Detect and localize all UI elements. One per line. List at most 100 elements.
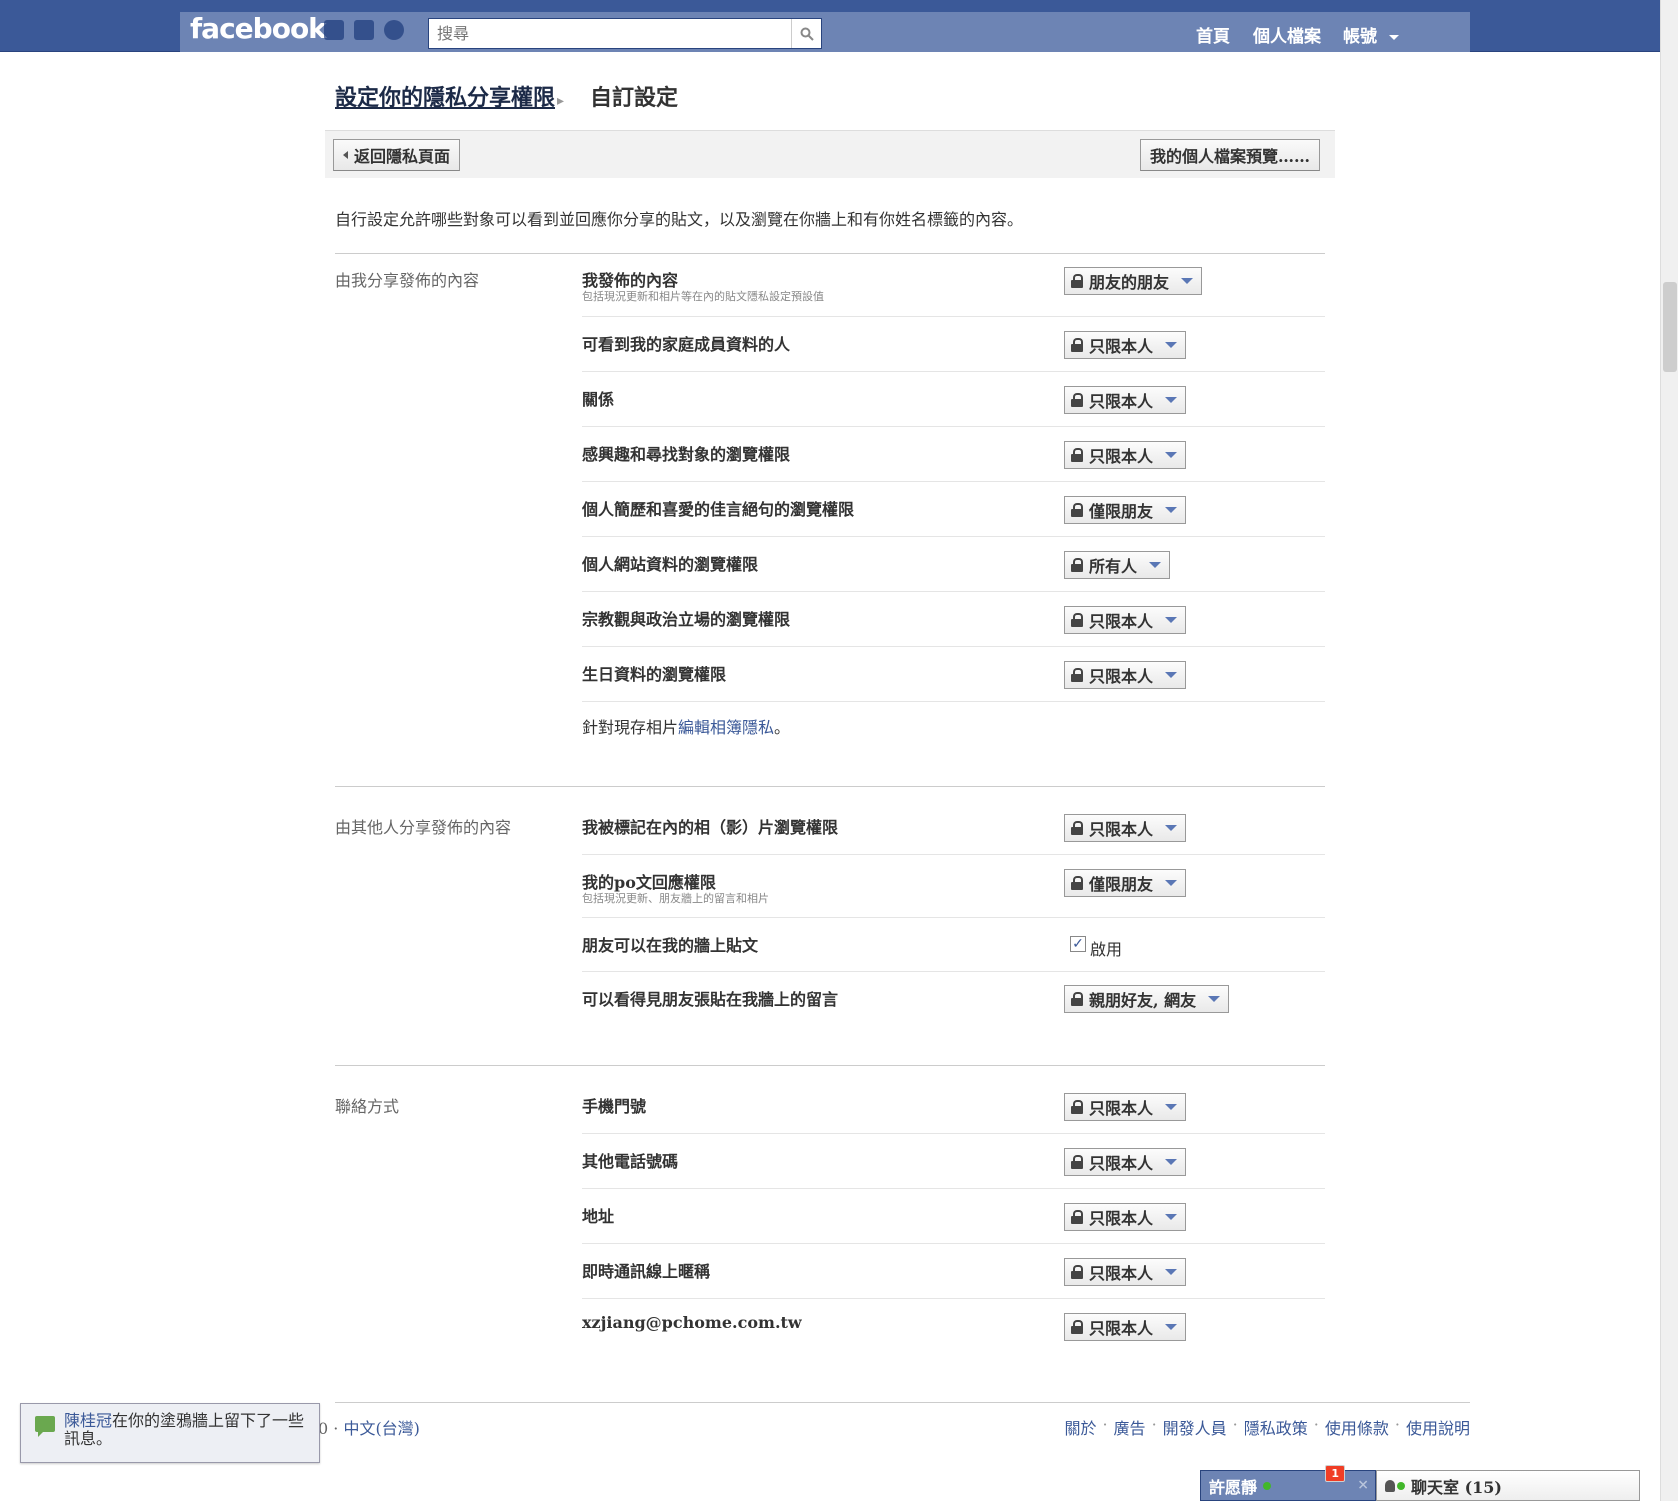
search-icon	[800, 27, 814, 41]
lock-icon	[1071, 1100, 1083, 1114]
nav-profile[interactable]: 個人檔案	[1253, 22, 1321, 47]
nav-home[interactable]: 首頁	[1196, 22, 1230, 47]
privacy-select-other-phone[interactable]: 只限本人	[1064, 1148, 1187, 1176]
chevron-down-icon	[1165, 507, 1178, 513]
row-label: xzjiang@pchome.com.tw	[582, 1313, 802, 1332]
breadcrumb-privacy-link[interactable]: 設定你的隱私分享權限	[335, 85, 555, 111]
privacy-select-relationship[interactable]: 只限本人	[1064, 386, 1187, 414]
language-link[interactable]: 中文(台灣)	[343, 1419, 420, 1438]
search-button[interactable]	[791, 19, 821, 48]
page-scrollbar[interactable]	[1660, 0, 1678, 1501]
footer-link-about[interactable]: 關於	[1064, 1415, 1096, 1439]
chevron-down-icon	[1165, 1269, 1178, 1275]
footer-link-ads[interactable]: 廣告	[1114, 1415, 1146, 1439]
nav-account-label: 帳號	[1343, 27, 1377, 47]
chat-user-name: 許愿靜	[1209, 1477, 1258, 1497]
chat-tab-user[interactable]: 許愿靜 1 ×	[1200, 1465, 1376, 1501]
close-icon[interactable]: ×	[1357, 1477, 1369, 1493]
privacy-select-value: 僅限朋友	[1089, 875, 1154, 894]
back-to-privacy-button[interactable]: 返回隱私頁面	[333, 139, 461, 171]
row-separator	[582, 426, 1325, 427]
checkbox-label: 啟用	[1090, 940, 1123, 959]
privacy-select-comment-on-posts[interactable]: 僅限朋友	[1064, 869, 1187, 897]
privacy-select-value: 僅限朋友	[1089, 502, 1154, 521]
row-separator	[582, 536, 1325, 537]
lock-icon	[1071, 274, 1083, 288]
footer-link-developers[interactable]: 開發人員	[1163, 1415, 1227, 1439]
notification-user-name[interactable]: 陳桂冠	[64, 1411, 112, 1430]
lock-icon	[1071, 448, 1083, 462]
row-separator	[582, 591, 1325, 592]
privacy-select-value: 只限本人	[1089, 1154, 1154, 1173]
privacy-select-value: 只限本人	[1089, 667, 1154, 686]
breadcrumb-arrow-icon: ▸	[557, 93, 565, 109]
lock-icon	[1071, 1210, 1083, 1224]
row-separator	[582, 971, 1325, 972]
wall-post-icon	[35, 1416, 55, 1437]
privacy-select-tagged-photos[interactable]: 只限本人	[1064, 814, 1187, 842]
edit-album-privacy-link[interactable]: 編輯相簿隱私	[678, 718, 774, 737]
privacy-select-website[interactable]: 所有人	[1064, 551, 1171, 579]
chevron-down-icon	[1165, 1104, 1178, 1110]
lock-icon	[1071, 876, 1083, 890]
chevron-down-icon	[1165, 452, 1178, 458]
privacy-select-interested-in[interactable]: 只限本人	[1064, 441, 1187, 469]
unread-count-badge: 1	[1325, 1465, 1345, 1482]
row-label: 朋友可以在我的牆上貼文	[582, 936, 759, 955]
chat-room-button[interactable]: 聊天室 (15)	[1376, 1470, 1640, 1501]
privacy-select-value: 只限本人	[1089, 447, 1154, 466]
row-label: 個人簡歷和喜愛的佳言絕句的瀏覽權限	[582, 500, 855, 519]
scrollbar-thumb[interactable]	[1663, 282, 1677, 372]
footer-link-terms[interactable]: 使用條款	[1325, 1415, 1389, 1439]
row-separator	[582, 1298, 1325, 1299]
chevron-down-icon	[1165, 1214, 1178, 1220]
section-divider	[335, 253, 1325, 254]
footer-separator: ·	[1151, 1415, 1157, 1434]
privacy-select-mobile-phone[interactable]: 只限本人	[1064, 1093, 1187, 1121]
messages-icon[interactable]	[354, 20, 374, 40]
footer-link-help[interactable]: 使用說明	[1406, 1415, 1470, 1439]
profile-preview-button[interactable]: 我的個人檔案預覽……	[1140, 139, 1321, 171]
privacy-select-value: 所有人	[1089, 557, 1138, 576]
chat-room-label: 聊天室 (15)	[1411, 1477, 1502, 1497]
lock-icon	[1071, 1155, 1083, 1169]
lock-icon	[1071, 338, 1083, 352]
friends-post-on-wall-checkbox[interactable]: ✓	[1070, 936, 1086, 952]
privacy-select-religion-politics[interactable]: 只限本人	[1064, 606, 1187, 634]
privacy-select-im-screen-name[interactable]: 只限本人	[1064, 1258, 1187, 1286]
privacy-select-address[interactable]: 只限本人	[1064, 1203, 1187, 1231]
chevron-down-icon	[1165, 1159, 1178, 1165]
row-separator	[582, 481, 1325, 482]
footer-link-privacy[interactable]: 隱私政策	[1244, 1415, 1308, 1439]
privacy-select-my-posts[interactable]: 朋友的朋友	[1064, 267, 1203, 295]
privacy-select-value: 只限本人	[1089, 1264, 1154, 1283]
toolbar: 返回隱私頁面 我的個人檔案預覽……	[325, 130, 1335, 178]
facebook-logo[interactable]: facebook	[190, 12, 327, 45]
chevron-down-icon	[1165, 672, 1178, 678]
chevron-down-icon	[1149, 562, 1162, 568]
friend-requests-icon[interactable]	[324, 20, 344, 40]
online-status-icon	[1263, 1481, 1272, 1490]
nav-account[interactable]: 帳號	[1343, 22, 1399, 47]
privacy-select-wall-posts-by-friends[interactable]: 親朋好友, 網友	[1064, 985, 1230, 1013]
notifications-globe-icon[interactable]	[384, 20, 404, 40]
chevron-down-icon	[1165, 397, 1178, 403]
wall-post-notification[interactable]: 陳桂冠在你的塗鴉牆上留下了一些訊息。	[20, 1403, 320, 1463]
chat-user-icon	[1385, 1479, 1395, 1492]
row-separator	[582, 917, 1325, 918]
privacy-select-birthday[interactable]: 只限本人	[1064, 661, 1187, 689]
chevron-down-icon	[1165, 617, 1178, 623]
search-box	[428, 18, 822, 49]
breadcrumb: 設定你的隱私分享權限 ▸ 自訂設定	[335, 80, 678, 112]
lock-icon	[1071, 393, 1083, 407]
row-label: 地址	[582, 1207, 615, 1226]
album-privacy-note: 針對現存相片編輯相簿隱私。	[582, 714, 790, 738]
privacy-select-value: 只限本人	[1089, 392, 1154, 411]
row-sublabel: 包括現況更新、朋友牆上的留言和相片	[582, 892, 769, 905]
search-input[interactable]	[429, 19, 789, 47]
privacy-select-email[interactable]: 只限本人	[1064, 1313, 1187, 1341]
privacy-select-bio-quotes[interactable]: 僅限朋友	[1064, 496, 1187, 524]
intro-text: 自行設定允許哪些對象可以看到並回應你分享的貼文，以及瀏覽在你牆上和有你姓名標籤的…	[335, 210, 1024, 229]
lock-icon	[1071, 992, 1083, 1006]
privacy-select-family[interactable]: 只限本人	[1064, 331, 1187, 359]
